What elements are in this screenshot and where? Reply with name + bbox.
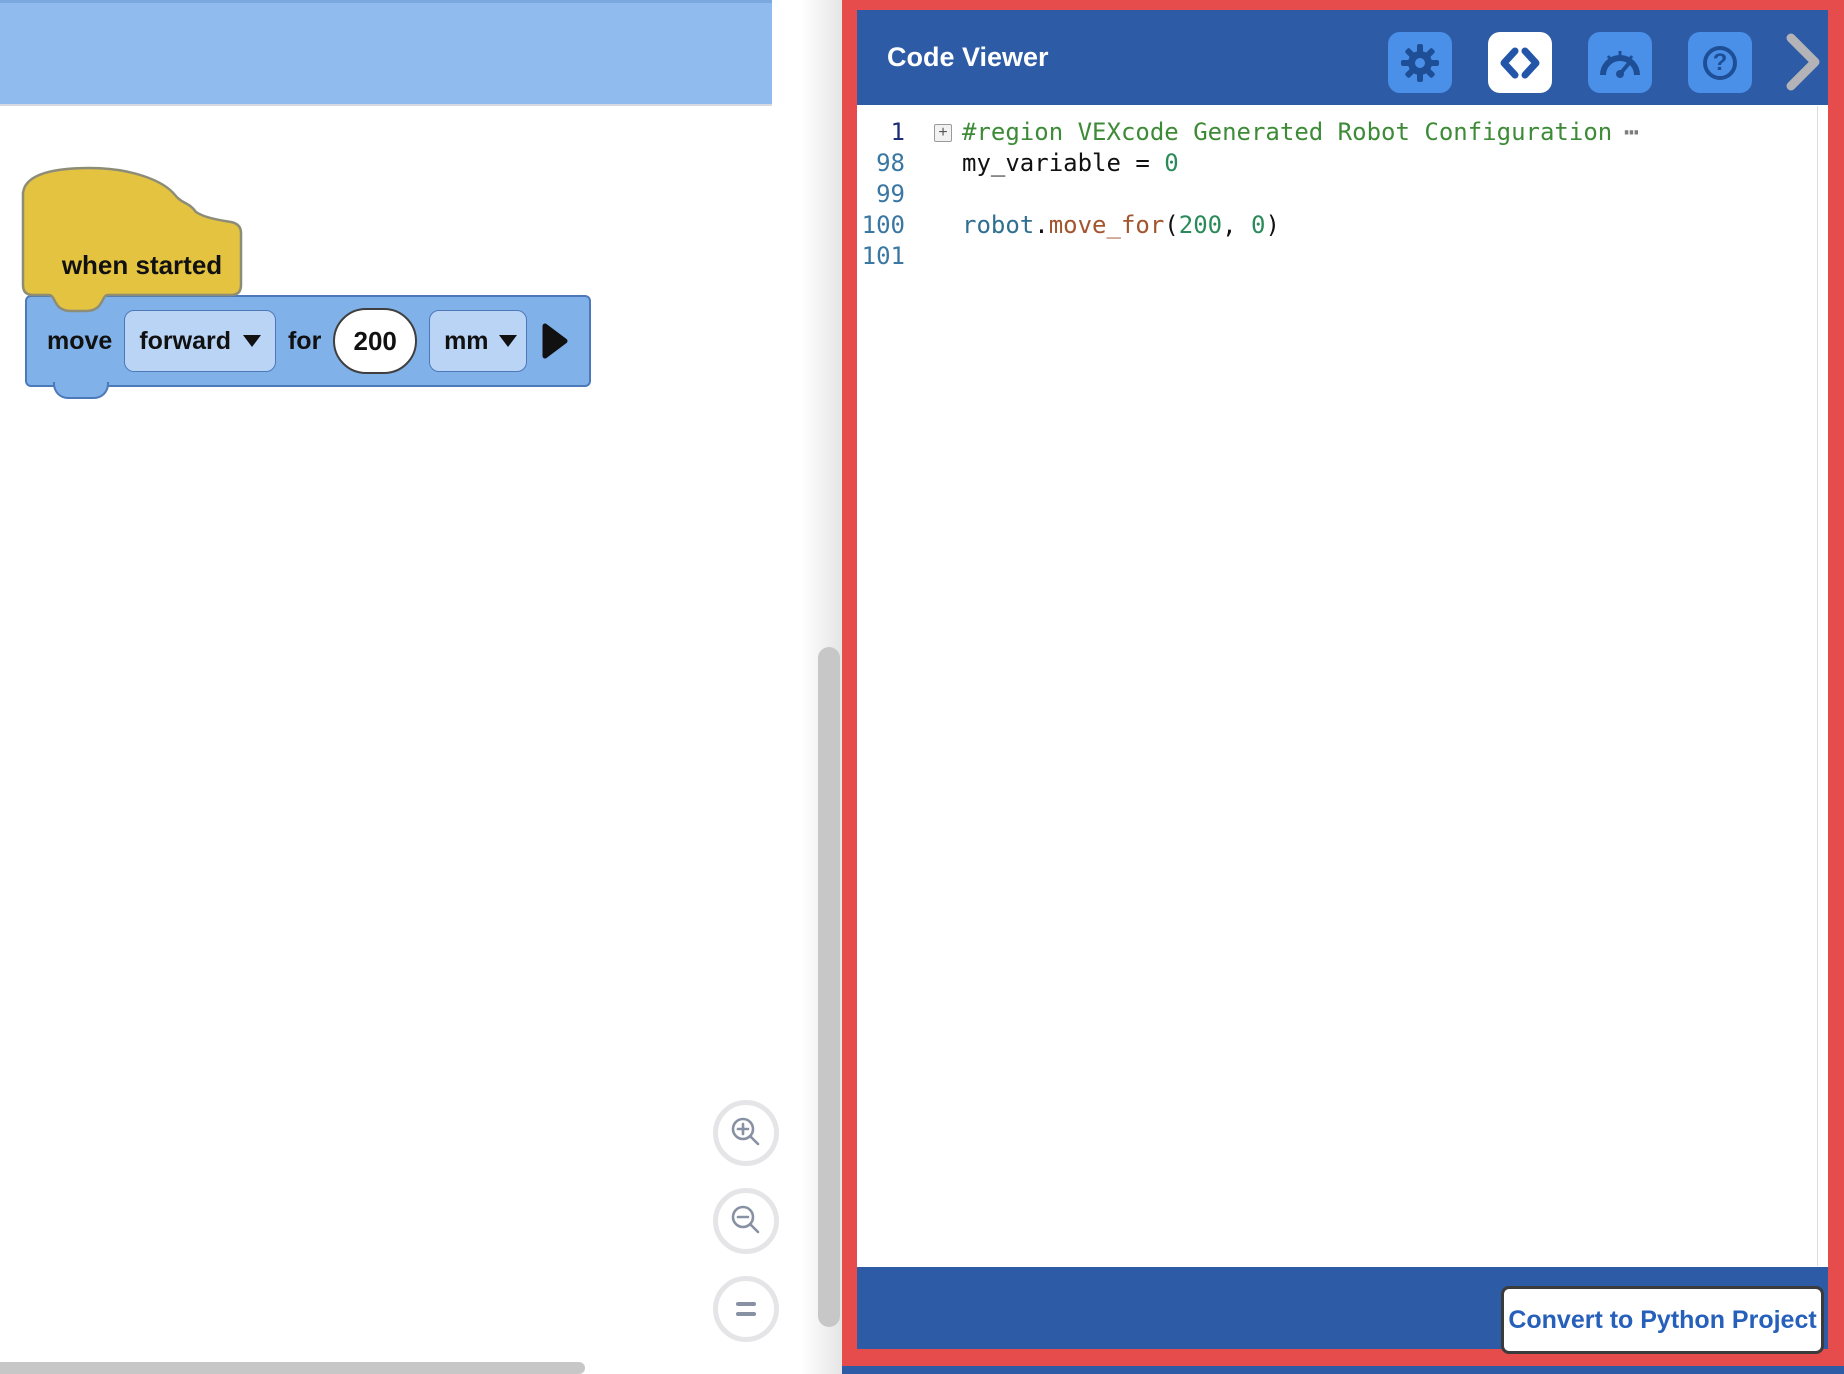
when-started-label: when started <box>53 250 231 284</box>
collapse-panel-button[interactable] <box>1781 30 1825 94</box>
code-editor[interactable]: 1+#region VEXcode Generated Robot Config… <box>857 105 1828 1267</box>
line-number: 98 <box>857 148 905 179</box>
code-lines: 1+#region VEXcode Generated Robot Config… <box>857 117 1828 272</box>
dashboard-button[interactable] <box>1588 32 1652 93</box>
vexcode-app: when started move forward for 200 mm <box>0 0 1844 1374</box>
line-number: 1 <box>857 117 905 148</box>
code-icon <box>1498 45 1542 81</box>
direction-value: forward <box>139 327 231 356</box>
chevron-down-icon <box>499 335 517 347</box>
block-notch <box>53 382 109 399</box>
code-line: 99 <box>857 179 1828 210</box>
reset-zoom-button[interactable] <box>713 1276 779 1342</box>
code-line: 101 <box>857 241 1828 272</box>
help-glyph: ? <box>1713 49 1728 77</box>
collapse-panel-chevron-icon <box>1783 30 1823 94</box>
move-label: move <box>47 327 112 356</box>
code-line: 98my_variable = 0 <box>857 148 1828 179</box>
top-toolbar-strip <box>0 0 772 106</box>
line-number: 99 <box>857 179 905 210</box>
code-view-button[interactable] <box>1488 32 1552 93</box>
code-line: 100robot.move_for(200, 0) <box>857 210 1828 241</box>
distance-input[interactable]: 200 <box>333 308 417 374</box>
for-label: for <box>288 327 321 356</box>
code-viewer-header: Code Viewer <box>857 10 1828 105</box>
folded-code-ellipsis[interactable]: ⋯ <box>1624 118 1638 146</box>
zoom-in-button[interactable] <box>713 1100 779 1166</box>
unit-dropdown[interactable]: mm <box>429 310 527 372</box>
line-number: 100 <box>857 210 905 241</box>
panel-title: Code Viewer <box>887 42 1049 73</box>
fold-expand-icon[interactable]: + <box>934 124 952 142</box>
zoom-in-icon <box>726 1113 766 1153</box>
reset-zoom-icon <box>726 1289 766 1329</box>
unit-value: mm <box>444 327 488 356</box>
help-button[interactable]: ? <box>1688 32 1752 93</box>
gauge-icon <box>1597 45 1643 81</box>
chevron-down-icon <box>243 335 261 347</box>
zoom-out-icon <box>726 1201 766 1241</box>
settings-gear-icon <box>1399 42 1441 84</box>
horizontal-scrollbar[interactable] <box>0 1362 585 1374</box>
when-started-block[interactable] <box>15 140 255 325</box>
editor-scroll-track <box>1817 106 1818 1266</box>
settings-button[interactable] <box>1388 32 1452 93</box>
zoom-out-button[interactable] <box>713 1188 779 1254</box>
code-line: 1+#region VEXcode Generated Robot Config… <box>857 117 1828 148</box>
vertical-scrollbar[interactable] <box>818 647 840 1327</box>
run-block-play-icon[interactable] <box>539 319 569 363</box>
convert-to-python-button[interactable]: Convert to Python Project <box>1501 1286 1824 1354</box>
line-number: 101 <box>857 241 905 272</box>
